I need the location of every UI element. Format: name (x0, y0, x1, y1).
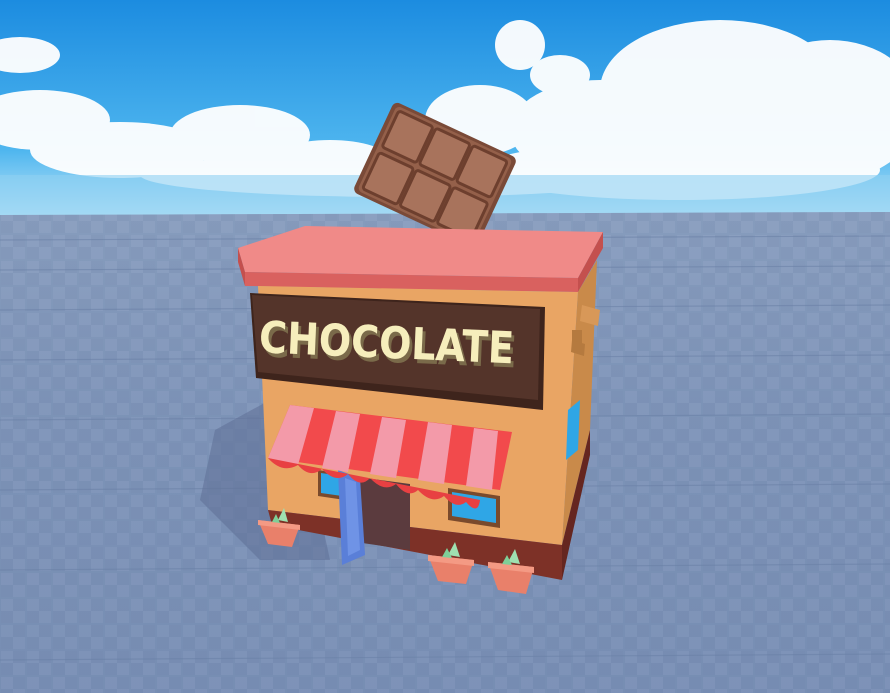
roof (238, 226, 603, 292)
sign-text: CHOCOLATE CHOCOLATE (258, 312, 518, 378)
world-render: CHOCOLATE CHOCOLATE (0, 0, 890, 693)
game-viewport[interactable]: CHOCOLATE CHOCOLATE (0, 0, 890, 693)
